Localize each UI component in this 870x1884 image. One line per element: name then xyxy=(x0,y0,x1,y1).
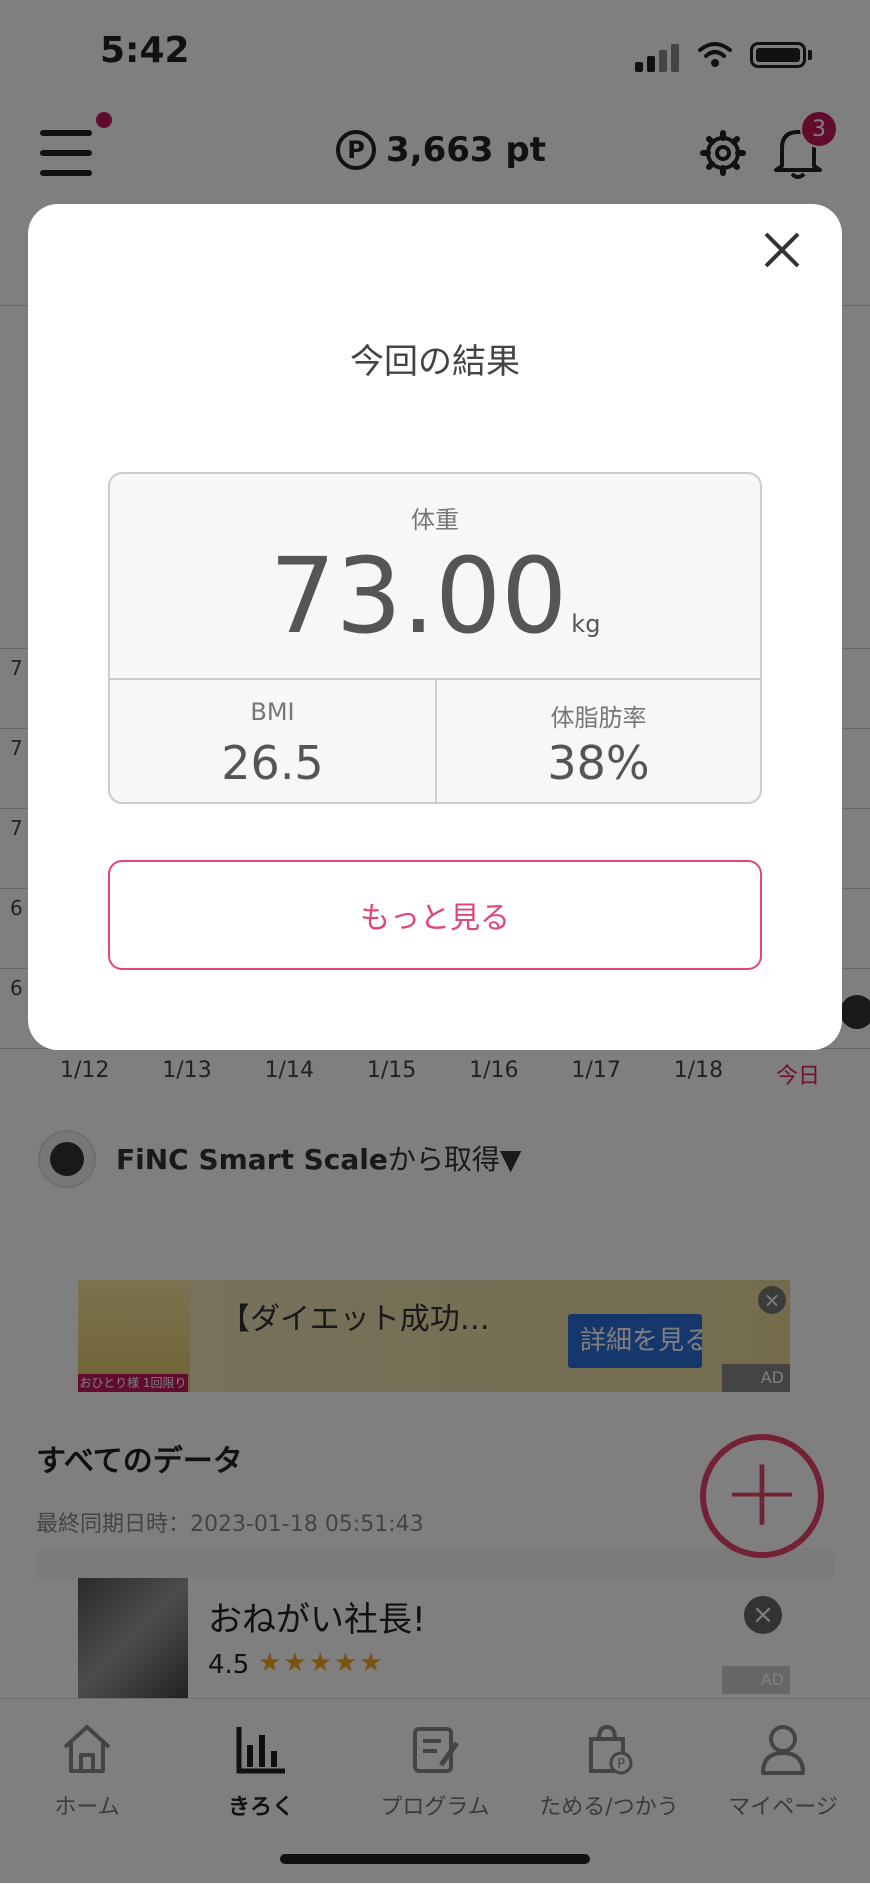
bmi-label: BMI xyxy=(250,698,295,726)
weight-value-row: 73.00 kg xyxy=(110,544,760,648)
body-fat-label: 体脂肪率 xyxy=(550,704,647,732)
weight-unit: kg xyxy=(571,610,601,638)
close-icon[interactable] xyxy=(760,228,804,272)
result-card: 体重 73.00 kg BMI 26.5 体脂肪率 38% xyxy=(108,472,762,804)
weight-value: 73.00 xyxy=(269,535,568,657)
home-indicator[interactable] xyxy=(280,1854,590,1864)
bmi-value: 26.5 xyxy=(221,736,324,790)
weight-label: 体重 xyxy=(411,506,459,534)
modal-title: 今回の結果 xyxy=(350,342,520,382)
body-fat-value: 38% xyxy=(547,736,650,790)
see-more-button[interactable]: もっと見る xyxy=(108,860,762,970)
